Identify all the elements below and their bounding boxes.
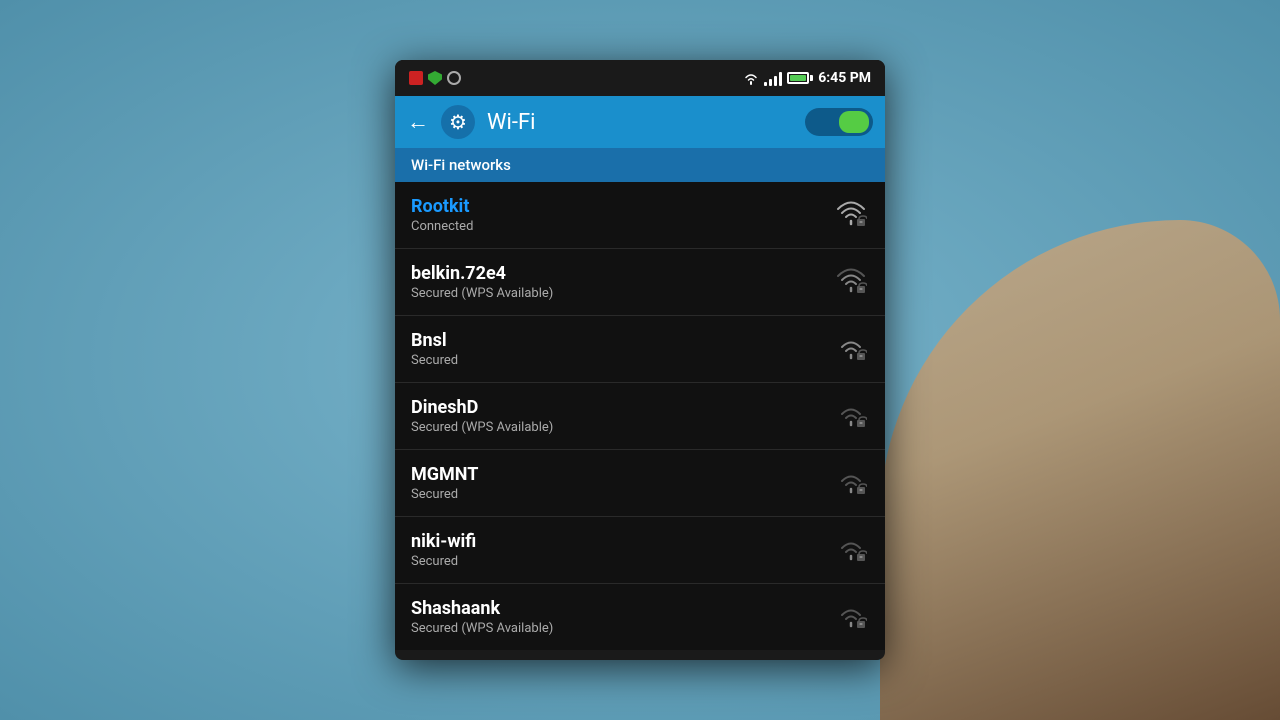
wifi-signal-shashaank — [833, 599, 869, 635]
network-name-shashaank: Shashaank — [411, 598, 821, 619]
network-status-belkin: Secured (WPS Available) — [411, 286, 821, 301]
shield-indicator-icon — [428, 71, 442, 85]
app-bar: ← ⚙ Wi-Fi — [395, 96, 885, 148]
signal-bar-2 — [769, 79, 772, 86]
signal-bar-4 — [779, 72, 782, 86]
phone-screen: 6:45 PM ← ⚙ Wi-Fi Wi-Fi networks Rootkit… — [395, 60, 885, 660]
network-status-mgmnt: Secured — [411, 487, 821, 502]
network-status-rootkit: Connected — [411, 219, 821, 234]
wifi-toggle-track — [807, 110, 871, 134]
network-item-rootkit[interactable]: Rootkit Connected — [395, 182, 885, 249]
red-indicator-icon — [409, 71, 423, 85]
network-info-shashaank: Shashaank Secured (WPS Available) — [411, 598, 821, 636]
network-name-mgmnt: MGMNT — [411, 464, 821, 485]
status-bar-right-icons: 6:45 PM — [743, 70, 871, 86]
app-bar-title: Wi-Fi — [487, 110, 793, 135]
network-item-bnsl[interactable]: Bnsl Secured — [395, 316, 885, 383]
network-name-rootkit: Rootkit — [411, 196, 821, 217]
gear-icon: ⚙ — [449, 110, 467, 134]
network-name-bnsl: Bnsl — [411, 330, 821, 351]
signal-bar-1 — [764, 82, 767, 86]
status-time: 6:45 PM — [818, 70, 871, 86]
settings-gear-icon-wrap: ⚙ — [441, 105, 475, 139]
wifi-networks-label: Wi-Fi networks — [411, 156, 511, 174]
network-status-bnsl: Secured — [411, 353, 821, 368]
network-name-niki-wifi: niki-wifi — [411, 531, 821, 552]
wifi-signal-bnsl — [833, 331, 869, 367]
wifi-toggle-thumb — [839, 111, 869, 133]
wifi-toggle[interactable] — [805, 108, 873, 136]
wifi-status-icon — [743, 71, 759, 85]
battery-tip — [810, 75, 813, 81]
network-info-rootkit: Rootkit Connected — [411, 196, 821, 234]
battery-icon — [787, 72, 813, 84]
network-name-belkin: belkin.72e4 — [411, 263, 821, 284]
network-info-belkin: belkin.72e4 Secured (WPS Available) — [411, 263, 821, 301]
network-status-dineshd: Secured (WPS Available) — [411, 420, 821, 435]
wifi-signal-mgmnt — [833, 465, 869, 501]
wifi-signal-niki-wifi — [833, 532, 869, 568]
signal-bars-icon — [764, 70, 782, 86]
network-item-shashaank[interactable]: Shashaank Secured (WPS Available) — [395, 584, 885, 650]
network-info-bnsl: Bnsl Secured — [411, 330, 821, 368]
wifi-signal-belkin — [833, 264, 869, 300]
network-status-shashaank: Secured (WPS Available) — [411, 621, 821, 636]
network-item-niki-wifi[interactable]: niki-wifi Secured — [395, 517, 885, 584]
signal-bar-3 — [774, 76, 777, 86]
battery-fill — [790, 75, 806, 81]
battery-body — [787, 72, 809, 84]
status-bar-left-icons — [409, 71, 737, 85]
network-list: Rootkit Connected belkin.72e4 — [395, 182, 885, 650]
network-item-dineshd[interactable]: DineshD Secured (WPS Available) — [395, 383, 885, 450]
wifi-networks-section-header: Wi-Fi networks — [395, 148, 885, 182]
wifi-signal-rootkit — [833, 197, 869, 233]
network-info-dineshd: DineshD Secured (WPS Available) — [411, 397, 821, 435]
globe-indicator-icon — [447, 71, 461, 85]
network-item-belkin[interactable]: belkin.72e4 Secured (WPS Available) — [395, 249, 885, 316]
network-info-niki-wifi: niki-wifi Secured — [411, 531, 821, 569]
wifi-signal-dineshd — [833, 398, 869, 434]
back-button[interactable]: ← — [407, 109, 429, 135]
network-info-mgmnt: MGMNT Secured — [411, 464, 821, 502]
network-name-dineshd: DineshD — [411, 397, 821, 418]
network-status-niki-wifi: Secured — [411, 554, 821, 569]
network-item-mgmnt[interactable]: MGMNT Secured — [395, 450, 885, 517]
status-bar: 6:45 PM — [395, 60, 885, 96]
